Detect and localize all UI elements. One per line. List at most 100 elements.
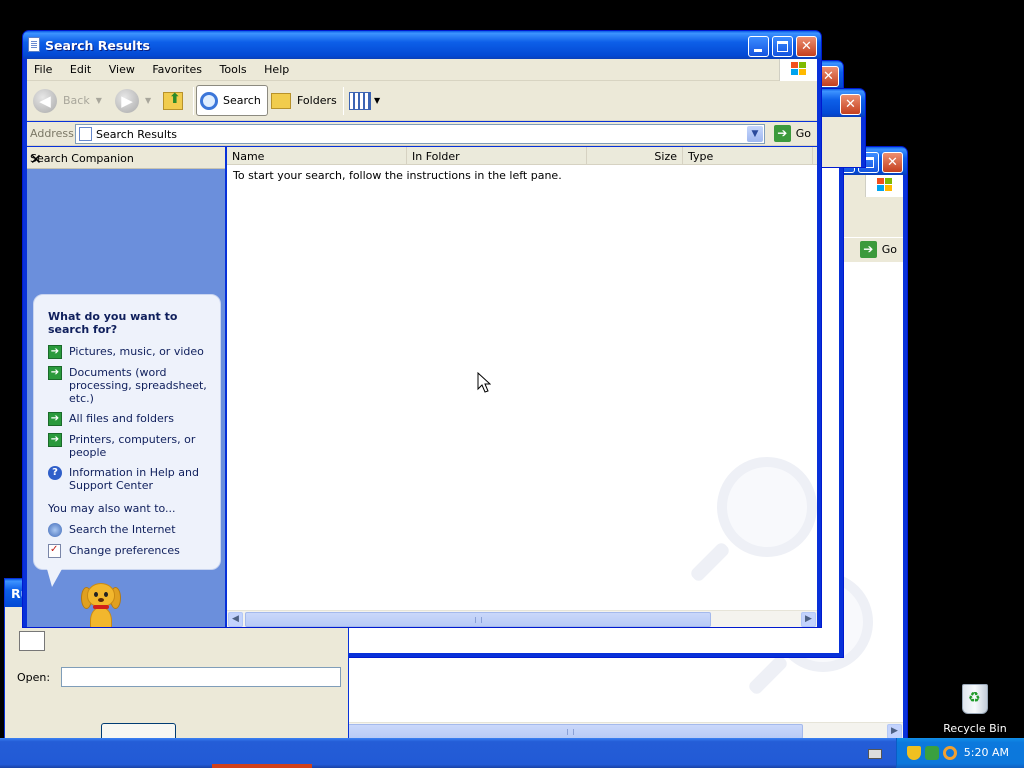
scroll-right-button[interactable]: ▶ bbox=[801, 612, 816, 627]
option-printers[interactable]: ➔ Printers, computers, or people bbox=[48, 433, 218, 459]
go-button[interactable]: ➔ Go bbox=[859, 241, 897, 258]
option-label: Information in Help and Support Center bbox=[69, 466, 199, 492]
search-icon bbox=[200, 91, 218, 110]
clock[interactable]: 5:20 AM bbox=[964, 746, 1009, 759]
views-icon bbox=[349, 91, 371, 110]
forward-arrow-icon: ▶ bbox=[115, 88, 139, 113]
bubble-tail bbox=[47, 569, 62, 587]
search-internet-link[interactable]: Search the Internet bbox=[48, 523, 218, 537]
maximize-button[interactable] bbox=[772, 36, 793, 57]
search-question: What do you want to search for? bbox=[48, 310, 178, 336]
search-label: Search bbox=[223, 94, 261, 107]
title-bar[interactable]: Search Results bbox=[23, 31, 821, 59]
link-label: Search the Internet bbox=[69, 523, 176, 536]
option-help-center[interactable]: ? Information in Help and Support Center bbox=[48, 466, 218, 492]
green-arrow-icon: ➔ bbox=[48, 345, 62, 359]
column-size-label: Size bbox=[654, 150, 677, 163]
back-arrow-icon: ◀ bbox=[33, 88, 57, 113]
also-heading: You may also want to... bbox=[48, 502, 176, 515]
green-arrow-icon: ➔ bbox=[48, 412, 62, 426]
preferences-icon bbox=[48, 543, 61, 558]
folder-icon bbox=[271, 92, 291, 109]
go-label: Go bbox=[881, 243, 897, 256]
scroll-right-button[interactable]: ▶ bbox=[887, 724, 902, 739]
close-icon: ✕ bbox=[887, 155, 898, 170]
search-tray-icon[interactable] bbox=[943, 746, 957, 760]
minimize-button[interactable] bbox=[748, 36, 769, 57]
option-label: Pictures, music, or video bbox=[69, 345, 204, 358]
horizontal-scrollbar[interactable]: ◀ ▶ bbox=[227, 610, 817, 627]
column-type[interactable]: Type bbox=[683, 147, 813, 165]
address-input[interactable]: Search Results ▼ bbox=[75, 124, 765, 144]
up-folder-button[interactable]: ⬆ bbox=[163, 85, 183, 116]
forward-button[interactable]: ▶ ▼ bbox=[115, 85, 151, 116]
column-name[interactable]: Name bbox=[227, 147, 407, 165]
menu-view[interactable]: View bbox=[102, 59, 142, 80]
option-documents[interactable]: ➔ Documents (word processing, spreadshee… bbox=[48, 366, 218, 405]
close-button[interactable]: ✕ bbox=[840, 94, 861, 115]
column-in-folder[interactable]: In Folder bbox=[407, 147, 587, 165]
network-icon[interactable] bbox=[925, 746, 939, 760]
address-value: Search Results bbox=[96, 128, 178, 141]
folders-button[interactable]: Folders bbox=[271, 85, 337, 116]
go-arrow-icon: ➔ bbox=[859, 241, 877, 258]
go-button[interactable]: ➔ Go bbox=[773, 125, 811, 142]
standard-toolbar: ◀ Back ▼ ▶ ▼ ⬆ Search Folders ▼ bbox=[27, 81, 817, 121]
column-size[interactable]: Size bbox=[587, 147, 683, 165]
windows-flag-icon bbox=[865, 175, 903, 197]
windows-flag-icon bbox=[779, 59, 817, 81]
close-button[interactable]: ✕ bbox=[796, 36, 817, 57]
address-dropdown-button[interactable]: ▼ bbox=[747, 126, 763, 142]
close-button[interactable]: ✕ bbox=[882, 152, 903, 173]
scroll-thumb[interactable] bbox=[245, 612, 711, 627]
toolbar-separator bbox=[343, 87, 344, 115]
minimize-icon bbox=[749, 37, 768, 56]
menu-edit[interactable]: Edit bbox=[63, 59, 98, 80]
horizontal-scrollbar[interactable]: ◀ ▶ bbox=[319, 722, 903, 739]
go-arrow-icon: ➔ bbox=[773, 125, 791, 142]
column-header: Name In Folder Size Type bbox=[227, 147, 817, 165]
option-all-files[interactable]: ➔ All files and folders bbox=[48, 412, 218, 426]
open-input[interactable] bbox=[61, 667, 341, 687]
menu-favorites[interactable]: Favorites bbox=[145, 59, 209, 80]
back-button[interactable]: ◀ Back ▼ bbox=[33, 85, 102, 116]
views-button[interactable]: ▼ bbox=[349, 85, 380, 116]
recycle-bin[interactable]: Recycle Bin bbox=[940, 684, 1010, 735]
menu-file[interactable]: File bbox=[27, 59, 59, 80]
address-bar: Address Search Results ▼ ➔ Go bbox=[27, 122, 817, 146]
option-pictures[interactable]: ➔ Pictures, music, or video bbox=[48, 345, 218, 359]
menu-bar: File Edit View Favorites Tools Help bbox=[27, 59, 817, 81]
taskbar: 5:20 AM bbox=[0, 738, 1024, 768]
scroll-thumb[interactable] bbox=[337, 724, 803, 739]
run-dialog-icon bbox=[19, 631, 45, 651]
toolbar-separator bbox=[193, 87, 194, 115]
menu-help[interactable]: Help bbox=[257, 59, 296, 80]
security-shield-icon[interactable] bbox=[907, 746, 921, 760]
maximize-icon bbox=[773, 37, 792, 56]
keyboard-icon bbox=[868, 749, 882, 759]
empty-results-message: To start your search, follow the instruc… bbox=[233, 169, 562, 182]
taskbar-button[interactable] bbox=[212, 764, 312, 768]
close-companion-button[interactable]: ✕ bbox=[30, 152, 220, 168]
scroll-left-button[interactable]: ◀ bbox=[228, 612, 243, 627]
search-results-icon bbox=[79, 127, 92, 141]
search-results-window[interactable]: Search Results ✕ File Edit View Favorite… bbox=[22, 30, 822, 628]
search-button[interactable]: Search bbox=[196, 85, 268, 116]
link-label: Change preferences bbox=[69, 544, 180, 557]
close-icon: ✕ bbox=[845, 97, 856, 112]
results-pane: Name In Folder Size Type To start your s… bbox=[227, 147, 817, 627]
up-folder-icon: ⬆ bbox=[163, 91, 183, 110]
search-document-icon bbox=[28, 37, 40, 52]
folders-label: Folders bbox=[297, 94, 337, 107]
change-preferences-link[interactable]: Change preferences bbox=[48, 543, 218, 558]
recycle-bin-icon bbox=[962, 684, 988, 714]
green-arrow-icon: ➔ bbox=[48, 433, 62, 447]
system-tray: 5:20 AM bbox=[896, 738, 1024, 768]
back-label: Back bbox=[63, 94, 90, 107]
search-companion-pane: Search Companion ✕ What do you want to s… bbox=[27, 147, 225, 627]
close-icon: ✕ bbox=[801, 39, 812, 54]
menu-tools[interactable]: Tools bbox=[213, 59, 254, 80]
open-label: Open: bbox=[17, 671, 51, 684]
go-label: Go bbox=[795, 127, 811, 140]
chevron-down-icon: ▼ bbox=[374, 96, 381, 105]
